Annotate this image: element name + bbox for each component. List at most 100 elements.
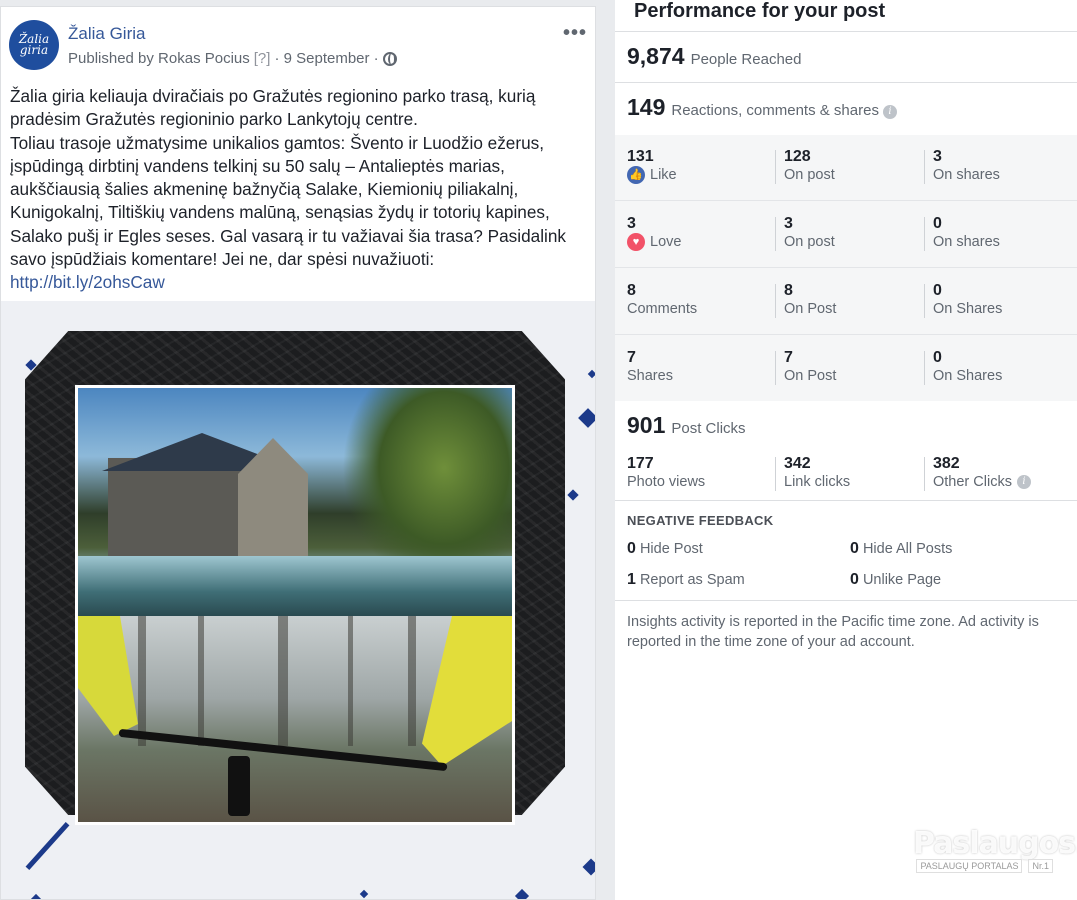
decor-line [25,822,70,870]
decor-diamond [567,489,579,501]
page-avatar[interactable]: Žalia giria [9,20,59,70]
panel-title: Performance for your post [634,0,886,22]
spam-number: 1 [627,571,636,588]
hide-all-stat: 0 Hide All Posts [850,540,952,558]
stat-number: 131 [627,148,654,165]
post-text-line: įspūdingą dirbtinį vandens telkinį su 50… [10,155,505,176]
divider [924,351,925,385]
stat-number: 3 [627,215,636,232]
heart-icon: ♥ [627,233,645,251]
post-image[interactable] [1,301,595,899]
post-text-line: Salako pušį ir Egles seses. Gal vasarą i… [10,225,566,246]
stat-number: 0 [933,349,942,366]
divider [775,284,776,318]
stat-cell: 128 On post [784,148,835,184]
stat-row-comments: 8 Comments 8 On Post 0 On Shares [615,269,1077,335]
timezone-note: Insights activity is reported in the Pac… [627,614,1039,650]
divider [615,82,1077,83]
info-icon[interactable]: i [882,105,897,119]
clicks-label: Post Clicks [671,420,746,437]
stat-row-shares: 7 Shares 7 On Post 0 On Shares [615,336,1077,402]
help-marker[interactable]: [?] [254,50,271,67]
post-text-line: pradėsim Gražutės regioninio parko Lanky… [10,109,418,130]
stat-cell: 0 On shares [933,215,1000,251]
info-icon[interactable]: i [1016,475,1031,489]
engagement-breakdown: 131 👍 Like 128 On post 3 On shares 3 ♥ Lov… [615,135,1077,401]
unlike-number: 0 [850,571,859,588]
hide-post-number: 0 [627,540,636,557]
hide-post-label: Hide Post [639,541,703,557]
stat-cell: 0 On Shares [933,282,1002,318]
decor-diamond [587,369,595,379]
unlike-stat: 0 Unlike Page [850,571,941,589]
other-clicks-text: Other Clicks [933,474,1012,490]
photo-collage [75,385,515,825]
thumbs-up-icon: 👍 [627,166,645,184]
stat-label: On Shares [933,368,1003,384]
link-clicks-number: 342 [784,455,811,472]
stat-label: On Shares [933,301,1003,317]
link-clicks-label: Link clicks [784,474,851,490]
stat-label: On shares [933,234,1000,250]
divider [924,457,925,491]
clicks-number: 901 [627,412,666,438]
stat-cell: 8 On Post [784,282,836,318]
divider [615,31,1077,32]
unlike-label: Unlike Page [862,572,942,588]
published-by[interactable]: Published by Rokas Pocius [68,50,250,67]
more-options-icon[interactable]: ••• [563,22,587,45]
stat-number: 0 [933,215,942,232]
post-text-line: aukščiausią šalies akmeninę bažnyčią Sal… [10,179,519,200]
stat-number: 7 [784,349,793,366]
stat-label: Comments [627,301,698,317]
engagement-number: 149 [627,94,666,120]
hide-all-label: Hide All Posts [862,541,953,557]
divider [775,150,776,184]
insights-panel: Performance for your post 9,874 People R… [615,0,1077,900]
engagement-summary: 149 Reactions, comments & shares i [627,94,897,121]
photo-views-label: Photo views [627,474,706,490]
divider [615,600,1077,601]
page-name-link[interactable]: Žalia Giria [68,24,145,44]
other-clicks-label: Other Clicks i [933,473,1031,491]
forest-bike-photo [78,616,512,822]
stat-cell: 8 Comments [627,282,697,318]
post-link[interactable]: http://bit.ly/2ohsCaw [10,272,165,292]
spam-label: Report as Spam [639,572,745,588]
hide-all-number: 0 [850,540,859,557]
watermark-sub1: PASLAUGŲ PORTALAS [916,859,1023,873]
stat-label: On shares [933,167,1000,183]
stat-number: 128 [784,148,811,165]
stat-label: Shares [627,368,673,384]
decor-diamond [582,858,595,876]
divider [924,217,925,251]
post-text-line: savo įspūdžiais komentare! Jei ne, dar s… [10,249,435,270]
stat-label: On Post [784,368,837,384]
engagement-label-text: Reactions, comments & shares [671,102,879,119]
stat-cell: 177 Photo views [627,455,705,491]
watermark-sub: PASLAUGŲ PORTALAS Nr.1 [913,859,1053,873]
stat-number: 0 [933,282,942,299]
watermark-sub2: Nr.1 [1028,859,1053,873]
stat-label: ♥ Love [627,233,681,251]
divider [775,217,776,251]
stat-label: On post [784,234,835,250]
reached-number: 9,874 [627,43,685,69]
post-card: Žalia giria Žalia Giria Published by Rok… [0,6,596,900]
engagement-label: Reactions, comments & shares i [671,102,897,119]
divider [615,500,1077,501]
stat-number: 8 [784,282,793,299]
stat-cell: 3 ♥ Love [627,215,681,251]
stat-cell: 342 Link clicks [784,455,850,491]
decor-diamond [514,888,530,899]
stat-cell: 131 👍 Like [627,148,677,184]
stat-label: On post [784,167,835,183]
post-meta: Published by Rokas Pocius [?] · 9 Septem… [68,50,397,67]
photo-views-number: 177 [627,455,654,472]
stat-row-like: 131 👍 Like 128 On post 3 On shares [615,135,1077,201]
stat-row-love: 3 ♥ Love 3 On post 0 On shares [615,202,1077,268]
water-mill-photo [78,388,512,616]
post-clicks: 901 Post Clicks [627,412,746,439]
post-text: Žalia giria keliauja dviračiais po Gražu… [10,85,590,295]
post-date[interactable]: · 9 September · [274,50,378,67]
